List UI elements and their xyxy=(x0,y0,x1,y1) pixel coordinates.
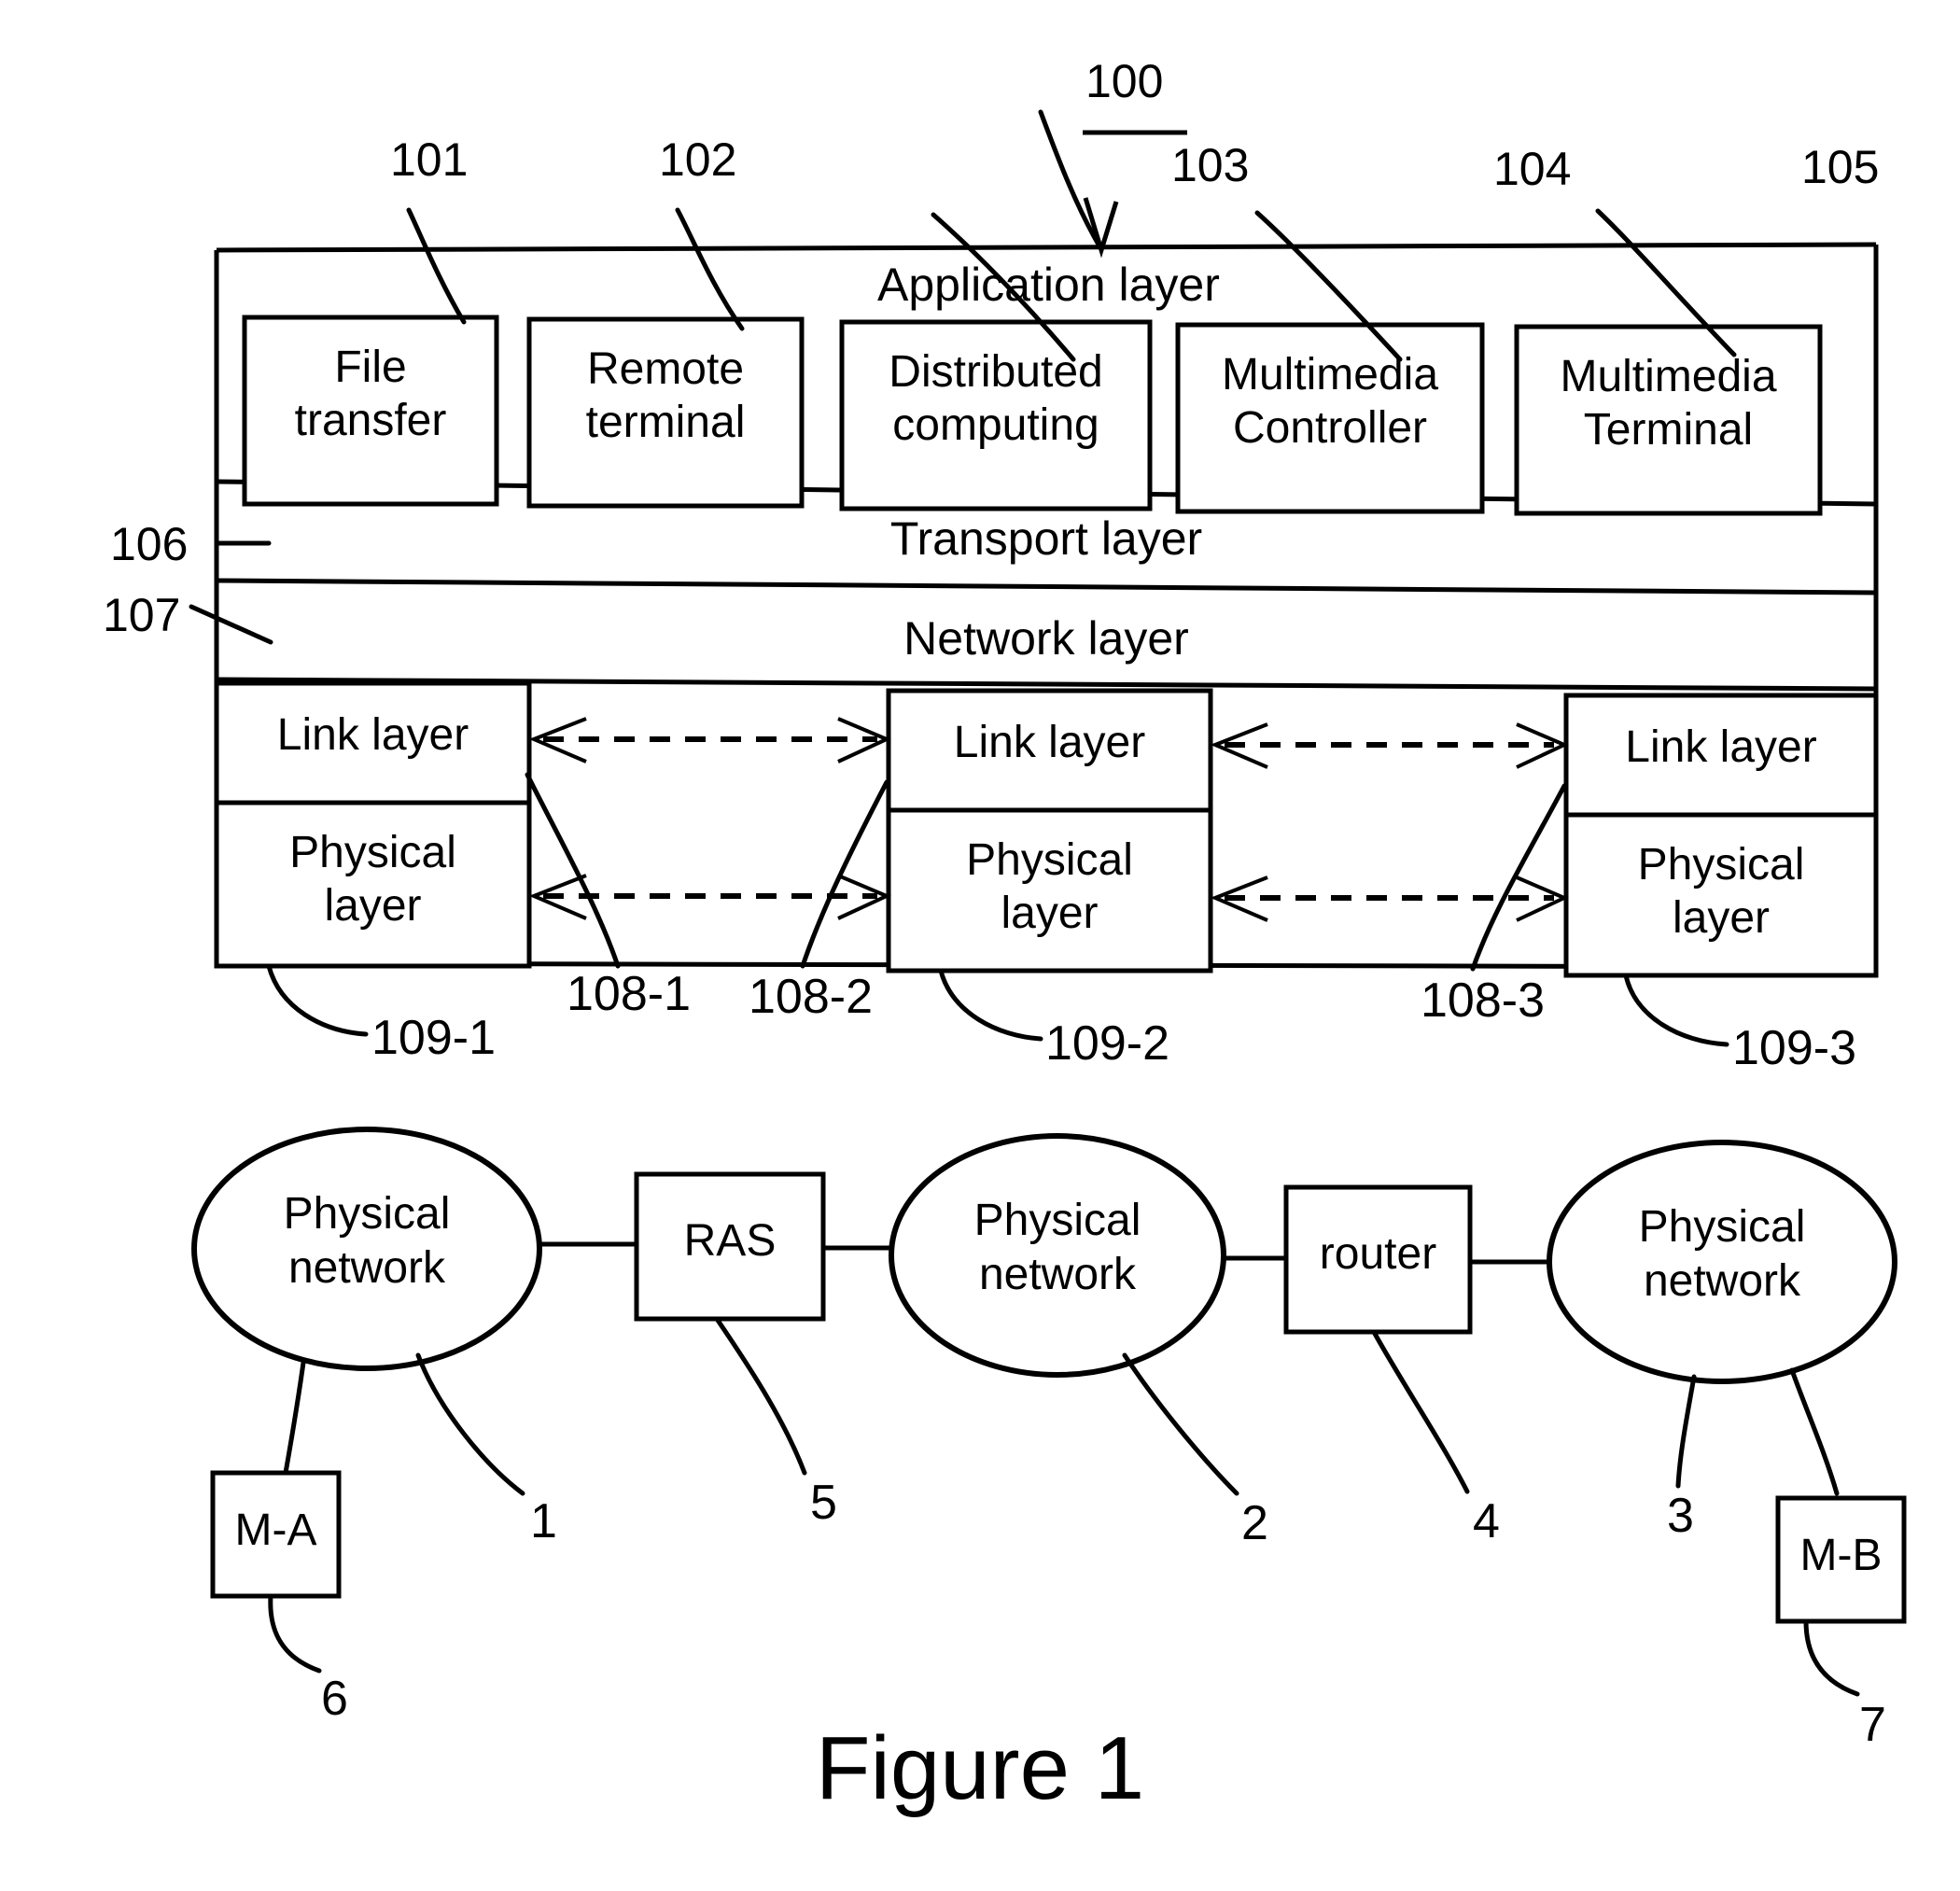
physical-network-label-2-line2: network xyxy=(978,1249,1137,1299)
node1-physical-layer-label-line1: Physical xyxy=(289,828,456,877)
leader-1 xyxy=(415,1352,525,1496)
ref-label-108-1: 108-1 xyxy=(567,967,691,1021)
ref-label-102: 102 xyxy=(659,133,737,186)
leader-7 xyxy=(1803,1618,1860,1697)
app-label-file-transfer-line2: transfer xyxy=(294,395,447,445)
physical-network-label-2-line1: Physical xyxy=(973,1196,1141,1245)
ref-label-4: 4 xyxy=(1473,1494,1500,1548)
physical-network-label-1-line1: Physical xyxy=(283,1189,451,1239)
node2-physical-layer-label: Physical layer xyxy=(889,834,1211,940)
figure-canvas: 100 101 102 103 104 105 106 107 Applicat… xyxy=(0,0,1960,1891)
ref-label-3: 3 xyxy=(1667,1489,1694,1543)
leader-2 xyxy=(1122,1352,1239,1496)
ref-label-108-2: 108-2 xyxy=(749,970,873,1024)
leader-6 xyxy=(268,1593,322,1674)
app-label-remote-terminal-line2: terminal xyxy=(585,397,746,447)
transport-layer-label: Transport layer xyxy=(889,512,1203,565)
physical-network-label-3-line1: Physical xyxy=(1638,1202,1806,1252)
app-label-remote-terminal: Remote terminal xyxy=(529,343,802,449)
transport-layer-bottom-rule xyxy=(216,578,1877,595)
ref-label-2: 2 xyxy=(1241,1496,1268,1550)
node3-physical-layer-label: Physical layer xyxy=(1566,839,1876,945)
leader-100-arrowhead xyxy=(1083,197,1119,259)
ref-label-109-3: 109-3 xyxy=(1732,1021,1856,1075)
physical-network-label-3-line2: network xyxy=(1643,1255,1801,1306)
physical-network-label-3: Physical network xyxy=(1549,1200,1895,1308)
node1-physical-layer-label-line2: layer xyxy=(324,880,422,931)
app-label-distributed-computing: Distributed computing xyxy=(842,346,1150,452)
ref-label-101: 101 xyxy=(390,133,469,186)
ref-label-105: 105 xyxy=(1801,141,1880,193)
leader-108-1 xyxy=(525,772,621,969)
app-label-distributed-computing-line2: computing xyxy=(892,399,1099,450)
node3-physical-layer-label-line2: layer xyxy=(1672,892,1771,943)
app-label-multimedia-controller: Multimedia Controller xyxy=(1178,349,1482,455)
leader-102 xyxy=(675,207,745,331)
leader-mb-connector xyxy=(1789,1367,1840,1496)
ref-label-5: 5 xyxy=(810,1476,837,1530)
physical-network-label-1: Physical network xyxy=(194,1187,539,1295)
app-label-multimedia-terminal-line1: Multimedia xyxy=(1560,352,1777,401)
node2-link-layer-label: Link layer xyxy=(953,718,1146,767)
ref-label-1: 1 xyxy=(530,1494,557,1548)
app-label-multimedia-terminal-line2: Terminal xyxy=(1583,404,1754,455)
node2-physical-layer-label-line2: layer xyxy=(1001,888,1099,938)
leader-4 xyxy=(1371,1329,1470,1494)
leader-ma-connector xyxy=(283,1360,306,1476)
node3-link-layer-label: Link layer xyxy=(1625,722,1817,772)
app-label-remote-terminal-line1: Remote xyxy=(586,344,745,394)
physical-network-label-1-line2: network xyxy=(287,1242,446,1293)
router-label: router xyxy=(1319,1229,1437,1279)
ref-label-100: 100 xyxy=(1085,55,1164,107)
leader-5 xyxy=(714,1316,807,1476)
leader-3 xyxy=(1675,1374,1697,1489)
network-layer-label: Network layer xyxy=(903,612,1189,665)
figure-caption: Figure 1 xyxy=(815,1718,1145,1818)
node1-link-layer-label: Link layer xyxy=(276,710,469,760)
ref-label-109-2: 109-2 xyxy=(1045,1016,1169,1071)
node1-physical-layer-label: Physical layer xyxy=(217,827,529,932)
app-label-multimedia-controller-line2: Controller xyxy=(1232,402,1428,453)
leader-109-3 xyxy=(1623,973,1729,1047)
ref-label-109-1: 109-1 xyxy=(371,1011,496,1065)
node3-physical-layer-label-line1: Physical xyxy=(1637,840,1805,889)
ref-label-108-3: 108-3 xyxy=(1421,974,1545,1028)
node2-physical-layer-label-line1: Physical xyxy=(966,835,1133,885)
app-label-file-transfer: File transfer xyxy=(245,342,497,447)
ref-label-103: 103 xyxy=(1171,139,1250,191)
physical-network-label-2: Physical network xyxy=(885,1194,1230,1301)
application-layer-top-rule xyxy=(216,242,1877,253)
app-label-file-transfer-line1: File xyxy=(334,343,407,392)
ref-label-107: 107 xyxy=(103,589,181,641)
ref-label-106: 106 xyxy=(110,518,189,570)
terminal-label-ma: M-A xyxy=(234,1506,317,1555)
terminal-label-mb: M-B xyxy=(1799,1531,1883,1580)
ras-label: RAS xyxy=(683,1216,777,1266)
app-label-distributed-computing-line1: Distributed xyxy=(889,347,1103,397)
leader-109-2 xyxy=(938,968,1043,1042)
app-label-multimedia-terminal: Multimedia Terminal xyxy=(1517,351,1820,456)
leader-108-2 xyxy=(800,779,889,969)
app-label-multimedia-controller-line1: Multimedia xyxy=(1221,350,1439,399)
ref-label-104: 104 xyxy=(1493,143,1572,195)
leader-101 xyxy=(406,207,467,325)
leader-109-1 xyxy=(266,963,369,1037)
application-layer-label: Application layer xyxy=(877,259,1220,311)
